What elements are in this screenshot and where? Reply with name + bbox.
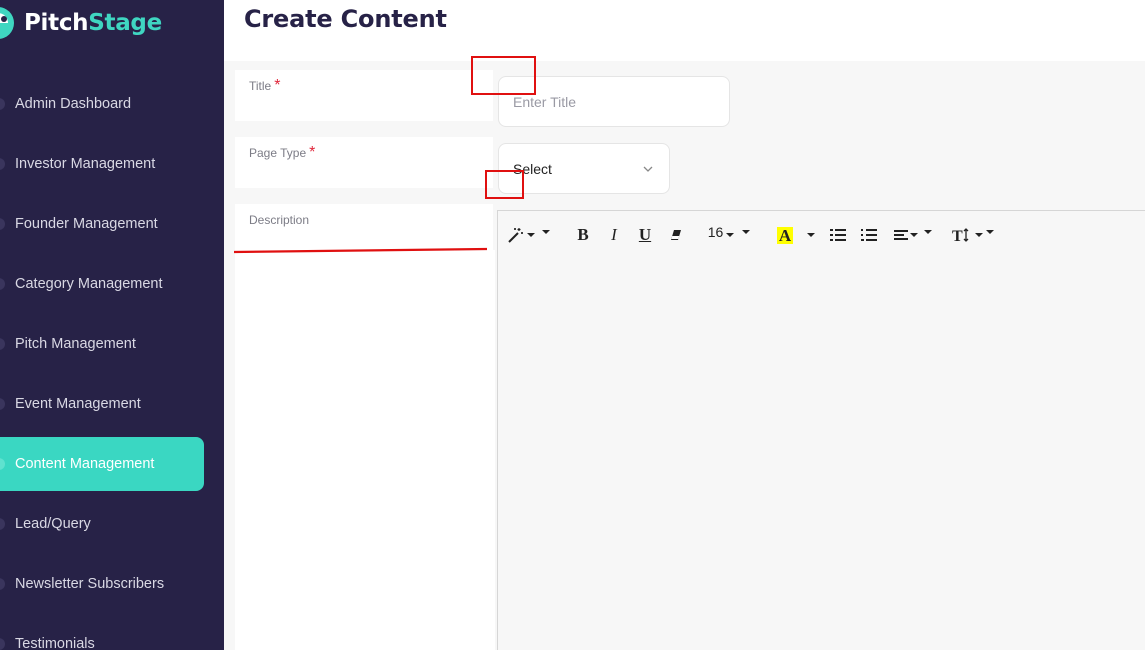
line-height-dropdown[interactable]: T xyxy=(951,222,983,248)
magic-wand-icon xyxy=(508,228,523,243)
page-type-selected-value: Select xyxy=(513,160,552,177)
italic-button[interactable]: I xyxy=(603,222,625,248)
caret-down-icon xyxy=(742,230,750,234)
list-ul-icon xyxy=(830,229,846,241)
ordered-list-button[interactable] xyxy=(858,222,880,248)
highlight-button[interactable]: A xyxy=(773,222,797,248)
caret-down-icon xyxy=(726,233,735,237)
sidebar-item-label: Investor Management xyxy=(15,156,156,172)
title-label-cell: Title * xyxy=(235,70,493,121)
nav-bullet-icon xyxy=(0,218,5,230)
bold-label: B xyxy=(577,225,589,244)
caret-down-icon xyxy=(542,230,550,234)
caret-down-icon xyxy=(807,233,815,237)
eraser-icon xyxy=(671,230,681,240)
description-label-cell: Description xyxy=(235,204,493,250)
line-height-extra-dropdown[interactable] xyxy=(983,222,997,248)
highlight-dropdown[interactable] xyxy=(801,222,821,248)
required-mark: * xyxy=(274,77,281,94)
title-label: Title xyxy=(249,79,272,93)
caret-down-icon xyxy=(974,233,983,237)
font-size-dropdown[interactable]: 16 xyxy=(703,222,739,248)
page-type-label-cell: Page Type * xyxy=(235,137,493,188)
highlight-label: A xyxy=(776,225,794,245)
description-rich-text-editor[interactable]: B I U 16 A T xyxy=(497,210,1145,650)
brand-name: PitchStage xyxy=(24,10,162,36)
sidebar: PitchStage Admin Dashboard Investor Mana… xyxy=(0,0,224,650)
description-label: Description xyxy=(249,213,310,227)
sidebar-item-pitch-management[interactable]: Pitch Management xyxy=(0,314,224,374)
align-dropdown[interactable] xyxy=(891,222,921,248)
underline-button[interactable]: U xyxy=(634,222,656,248)
sidebar-item-label: Founder Management xyxy=(15,216,158,232)
annotation-line xyxy=(233,247,488,254)
sidebar-item-event-management[interactable]: Event Management xyxy=(0,374,224,434)
sidebar-item-newsletter-subscribers[interactable]: Newsletter Subscribers xyxy=(0,554,224,614)
caret-down-icon xyxy=(527,233,535,237)
sidebar-item-label: Newsletter Subscribers xyxy=(15,576,165,592)
brand-name-part2: Stage xyxy=(88,10,162,36)
sidebar-item-label: Admin Dashboard xyxy=(15,96,132,112)
sidebar-item-founder-management[interactable]: Founder Management xyxy=(0,194,224,254)
style-button[interactable] xyxy=(506,222,536,248)
sidebar-item-testimonials[interactable]: Testimonials xyxy=(0,614,224,650)
caret-down-icon xyxy=(924,230,932,234)
nav-bullet-icon xyxy=(0,518,5,530)
font-size-extra-dropdown[interactable] xyxy=(739,222,753,248)
required-mark: * xyxy=(309,144,316,161)
font-size-value: 16 xyxy=(707,224,724,240)
annotation-box xyxy=(471,56,536,95)
pitchstage-logo-icon xyxy=(0,5,16,41)
chevron-down-icon xyxy=(643,166,653,172)
brand-name-part1: Pitch xyxy=(24,10,89,36)
sidebar-item-category-management[interactable]: Category Management xyxy=(0,254,224,314)
style-dropdown-button[interactable] xyxy=(536,222,556,248)
clear-format-button[interactable] xyxy=(665,222,687,248)
sidebar-item-admin-dashboard[interactable]: Admin Dashboard xyxy=(0,74,224,134)
sidebar-item-investor-management[interactable]: Investor Management xyxy=(0,134,224,194)
sidebar-nav: Admin Dashboard Investor Management Foun… xyxy=(0,74,224,650)
underline-label: U xyxy=(638,225,652,244)
sidebar-item-label: Testimonials xyxy=(15,636,95,650)
sidebar-item-label: Category Management xyxy=(15,276,163,292)
caret-down-icon xyxy=(910,233,918,237)
description-label-column xyxy=(235,250,495,650)
sidebar-item-label: Lead/Query xyxy=(15,516,91,532)
text-height-icon: T xyxy=(952,228,968,243)
bold-button[interactable]: B xyxy=(572,222,594,248)
nav-bullet-icon xyxy=(0,578,5,590)
italic-label: I xyxy=(611,225,617,244)
sidebar-item-lead-query[interactable]: Lead/Query xyxy=(0,494,224,554)
page-type-label: Page Type xyxy=(249,146,307,160)
annotation-box xyxy=(485,170,524,199)
sidebar-item-label: Event Management xyxy=(15,396,141,412)
svg-text:T: T xyxy=(952,228,963,243)
page-header: Create Content xyxy=(224,0,1145,61)
nav-bullet-icon xyxy=(0,158,5,170)
list-ol-icon xyxy=(861,228,877,241)
unordered-list-button[interactable] xyxy=(827,222,849,248)
page-title: Create Content xyxy=(244,5,447,33)
nav-bullet-icon xyxy=(0,338,5,350)
sidebar-item-label: Pitch Management xyxy=(15,336,136,352)
sidebar-item-label: Content Management xyxy=(15,456,155,472)
align-extra-dropdown[interactable] xyxy=(921,222,935,248)
brand-logo[interactable]: PitchStage xyxy=(0,4,162,42)
editor-toolbar: B I U 16 A T xyxy=(506,221,997,249)
align-left-icon xyxy=(894,230,908,240)
caret-down-icon xyxy=(986,230,994,234)
nav-bullet-icon xyxy=(0,638,5,650)
nav-bullet-icon xyxy=(0,98,5,110)
nav-bullet-icon xyxy=(0,278,5,290)
nav-bullet-icon xyxy=(0,398,5,410)
sidebar-item-content-management[interactable]: Content Management xyxy=(0,434,224,494)
